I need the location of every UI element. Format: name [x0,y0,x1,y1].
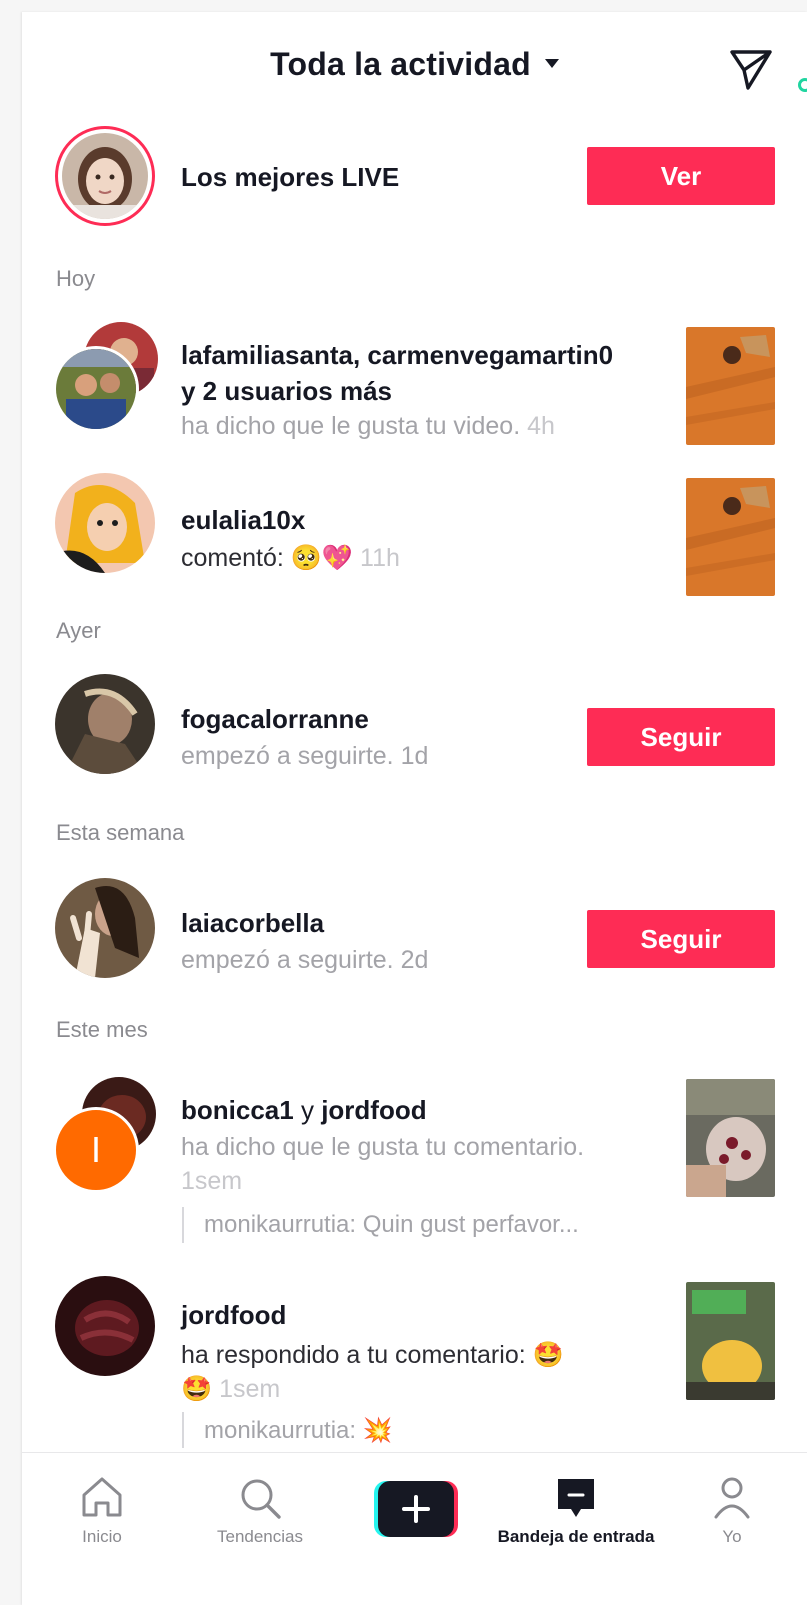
notification-likes-comment[interactable]: I bonicca1 y jordfood ha dicho que le gu… [22,1067,807,1257]
reply-emoji: 🤩 [181,1374,213,1403]
quoted-comment[interactable]: monikaurrutia: Quin gust perfavor... [182,1207,579,1243]
user-avatar[interactable] [55,1276,155,1376]
live-label: Los mejores LIVE [181,162,400,192]
notification-follow[interactable]: laiacorbella empezó a seguirte. 2d Segui… [22,874,807,994]
notification-action: ha dicho que le gusta tu comentario. [181,1133,585,1161]
send-icon[interactable] [726,44,774,92]
quote-author: monikaurrutia: [204,1417,357,1444]
follow-button[interactable]: Seguir [587,708,775,766]
page-title: Toda la actividad [270,46,531,82]
notification-likes-video[interactable]: lafamiliasanta, carmenvegamartin0 y 2 us… [22,312,807,452]
notification-users[interactable]: bonicca1 y jordfood [181,1095,427,1126]
time-text: 11h [360,544,400,572]
notification-reply[interactable]: jordfood ha respondido a tu comentario: … [22,1270,807,1455]
video-thumbnail[interactable] [686,327,775,445]
notification-action-continued: 🤩 1sem [181,1374,280,1404]
live-row[interactable]: Los mejores LIVE Ver [22,122,807,232]
action-text: empezó a seguirte. [181,946,394,974]
section-yesterday: Ayer [56,618,101,643]
follow-button[interactable]: Seguir [587,910,775,968]
create-button[interactable] [374,1481,458,1537]
user-avatar-primary[interactable] [53,346,139,432]
section-today: Hoy [56,266,96,291]
reply-emoji: 🤩 [532,1340,564,1369]
video-thumbnail[interactable] [686,1079,775,1197]
user-name[interactable]: jordfood [321,1095,426,1125]
nav-profile[interactable]: Yo [702,1453,762,1573]
comment-emoji: 🥺💖 [290,543,354,572]
action-text: ha respondido a tu comentario: [181,1341,526,1369]
notification-users[interactable]: lafamiliasanta, carmenvegamartin0 [181,340,613,371]
activity-screen: Toda la actividad Los mejores LIVE Ver H… [22,12,807,1605]
notification-action: empezó a seguirte. 1d [181,742,428,771]
video-thumbnail[interactable] [686,478,775,596]
user-avatar[interactable] [55,674,155,774]
video-thumbnail[interactable] [686,1282,775,1400]
notification-action: ha respondido a tu comentario: 🤩 [181,1340,564,1370]
inbox-icon [558,1479,594,1517]
live-view-button[interactable]: Ver [587,147,775,205]
time-text: 2d [400,946,429,974]
notification-users[interactable]: eulalia10x [181,505,305,536]
notification-users[interactable]: fogacalorranne [181,704,369,735]
nav-discover-label: Tendencias [216,1527,303,1546]
nav-home-label: Inicio [82,1527,122,1546]
time-text: 1d [400,742,429,770]
nav-inbox-label: Bandeja de entrada [497,1527,655,1546]
notification-users[interactable]: laiacorbella [181,908,324,939]
nav-home[interactable]: Inicio [52,1453,152,1573]
user-avatar[interactable] [55,473,155,573]
notification-follow[interactable]: fogacalorranne empezó a seguirte. 1d Seg… [22,670,807,790]
search-icon [241,1479,281,1519]
section-this-month: Este mes [56,1017,148,1042]
quoted-comment[interactable]: monikaurrutia: 💥 [182,1412,393,1448]
section-this-week: Esta semana [56,820,185,845]
live-avatar[interactable] [55,126,155,226]
user-avatar-primary[interactable]: I [53,1107,139,1193]
notification-comment[interactable]: eulalia10x comentó: 🥺💖 11h [22,467,807,596]
action-text: empezó a seguirte. [181,742,394,770]
users-join: y [300,1095,314,1125]
person-icon [714,1477,750,1519]
users-more-text: y 2 usuarios más [181,376,392,406]
user-avatar[interactable] [55,878,155,978]
notification-users[interactable]: jordfood [181,1300,286,1331]
online-dot-icon [798,78,807,92]
notification-action: comentó: 🥺💖 11h [181,543,400,573]
nav-inbox[interactable]: Bandeja de entrada [476,1453,676,1573]
avatar-letter: I [90,1129,101,1170]
caret-down-icon [544,59,559,69]
action-text: ha dicho que le gusta tu video. [181,412,521,440]
time-text: 4h [527,412,555,440]
home-icon [82,1477,122,1517]
user-name[interactable]: bonicca1 [181,1095,294,1125]
bottom-navigation: Inicio Tendencias Bandeja de entrada Yo [22,1452,807,1605]
header: Toda la actividad [22,12,807,112]
time-text: 1sem [181,1167,243,1195]
notification-action: empezó a seguirte. 2d [181,946,428,975]
plus-icon [374,1481,458,1537]
notification-action: ha dicho que le gusta tu video. 4h [181,412,555,441]
action-text: comentó: [181,544,284,572]
notification-users-more: y 2 usuarios más [181,376,392,407]
nav-profile-label: Yo [722,1527,742,1546]
nav-discover[interactable]: Tendencias [200,1453,320,1573]
quote-emoji: 💥 [362,1416,393,1444]
activity-filter-dropdown[interactable]: Toda la actividad [22,46,807,83]
time-text: 1sem [219,1375,281,1403]
